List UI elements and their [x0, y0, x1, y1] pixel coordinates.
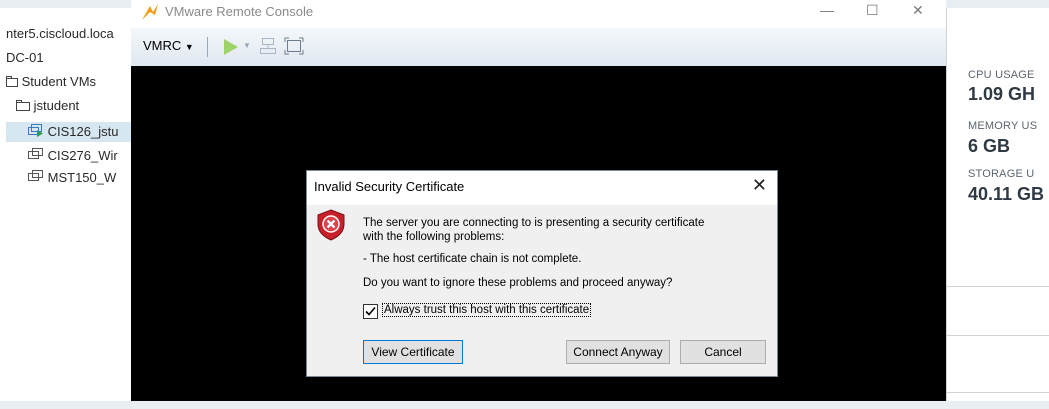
vm-summary-panel: CPU USAGE 1.09 GH MEMORY US 6 GB STORAGE…	[946, 8, 1049, 401]
connect-anyway-button[interactable]: Connect Anyway	[566, 340, 670, 364]
cpu-usage-value: 1.09 GH	[968, 84, 1036, 104]
minimize-button[interactable]: —	[820, 2, 834, 18]
tree-item-vcenter[interactable]: nter5.ciscloud.loca	[6, 24, 114, 44]
tree-item-vm-mst150[interactable]: MST150_W	[28, 168, 116, 188]
view-certificate-button[interactable]: View Certificate	[363, 340, 463, 364]
vmrc-menu-button[interactable]: VMRC ▼	[143, 38, 194, 53]
tree-item-vm-cis276[interactable]: CIS276_Wir	[28, 146, 118, 166]
network-devices-icon[interactable]	[259, 37, 277, 60]
toolbar-divider	[207, 37, 208, 57]
window-title: VMware Remote Console	[165, 4, 314, 19]
storage-usage-value: 40.11 GB	[968, 184, 1045, 204]
certificate-dialog: Invalid Security Certificate ✕ The serve…	[306, 170, 778, 377]
tree-item-student-vms[interactable]: Student VMs	[6, 72, 96, 92]
memory-usage-value: 6 GB	[968, 136, 1011, 156]
chevron-down-icon: ▼	[184, 42, 194, 52]
fullscreen-icon[interactable]	[284, 37, 304, 60]
power-on-icon[interactable]	[223, 38, 239, 61]
divider	[947, 392, 1049, 393]
tree-item-label: MST150_W	[47, 170, 117, 185]
dialog-close-button[interactable]: ✕	[752, 175, 767, 196]
dialog-title: Invalid Security Certificate	[314, 179, 465, 194]
dialog-message-line2: with the following problems:	[363, 231, 505, 243]
dialog-question-text: Do you want to ignore these problems and…	[363, 277, 673, 289]
folder-icon	[6, 73, 18, 93]
tree-item-label: nter5.ciscloud.loca	[6, 26, 114, 41]
chevron-down-icon[interactable]: ▼	[243, 41, 251, 50]
dialog-problem-text: - The host certificate chain is not comp…	[363, 253, 582, 265]
tree-item-label: CIS126_jstu	[47, 124, 119, 139]
cancel-button[interactable]: Cancel	[680, 340, 766, 364]
checkmark-icon	[365, 306, 376, 316]
maximize-button[interactable]: ☐	[866, 2, 879, 19]
close-button[interactable]: ✕	[912, 2, 924, 19]
dialog-body: The server you are connecting to is pres…	[307, 205, 777, 376]
vmware-logo-icon	[141, 3, 159, 26]
divider	[947, 335, 1049, 336]
tree-item-vm-cis126[interactable]: CIS126_jstu	[6, 122, 131, 142]
page-bottom-frame	[0, 401, 1049, 409]
tree-item-label: Student VMs	[21, 74, 97, 89]
dialog-message-line1: The server you are connecting to is pres…	[363, 217, 705, 229]
shield-error-icon	[317, 209, 345, 246]
tree-item-label: CIS276_Wir	[47, 148, 118, 163]
divider	[947, 286, 1049, 287]
vmrc-title-bar[interactable]: VMware Remote Console — ☐ ✕	[131, 0, 946, 29]
storage-usage-label: STORAGE U	[968, 168, 1035, 180]
vmrc-menu-label: VMRC	[143, 38, 182, 53]
tree-item-jstudent[interactable]: jstudent	[16, 96, 79, 116]
tree-item-datacenter[interactable]: DC-01	[6, 48, 44, 68]
cpu-usage-label: CPU USAGE	[968, 69, 1035, 81]
memory-usage-label: MEMORY US	[968, 120, 1038, 132]
vmrc-toolbar: VMRC ▼ ▼	[131, 28, 946, 67]
folder-icon	[16, 97, 30, 117]
vm-running-icon	[28, 123, 44, 143]
trust-host-checkbox[interactable]	[363, 304, 378, 319]
vm-icon	[28, 169, 44, 189]
tree-item-label: DC-01	[6, 50, 44, 65]
vm-icon	[28, 147, 44, 167]
trust-host-checkbox-label[interactable]: Always trust this host with this certifi…	[382, 303, 592, 317]
tree-item-label: jstudent	[33, 98, 80, 113]
inventory-tree: nter5.ciscloud.loca DC-01 Student VMs js…	[6, 8, 132, 401]
